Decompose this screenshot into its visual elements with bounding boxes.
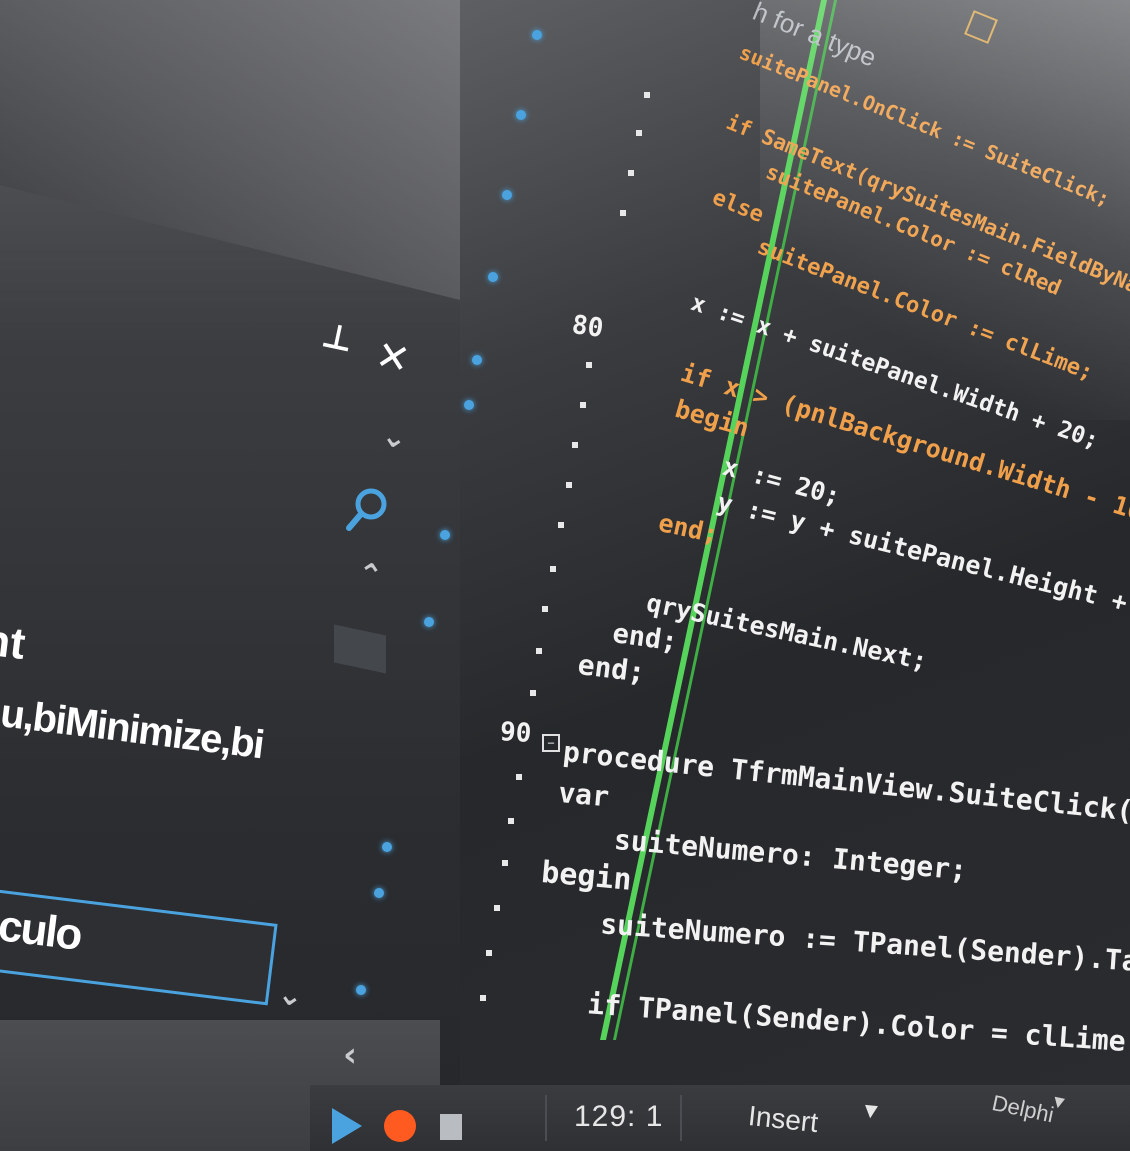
search-icon[interactable] (343, 484, 393, 534)
code-line[interactable]: var (557, 776, 610, 813)
breakpoint-dot[interactable] (356, 985, 366, 995)
breakpoint-dot[interactable] (488, 272, 498, 282)
status-divider (680, 1095, 682, 1141)
code-line[interactable]: suiteNumero: Integer; (579, 820, 969, 887)
breakpoint-dot[interactable] (382, 842, 392, 852)
gutter-mark (530, 690, 536, 696)
breakpoint-dot[interactable] (472, 355, 482, 365)
gutter-mark (486, 950, 492, 956)
stop-icon[interactable] (440, 1114, 462, 1140)
chevron-down-icon[interactable]: ⌄ (379, 418, 411, 457)
code-line[interactable]: suiteNumero := TPanel(Sender).Tag; (566, 905, 1130, 980)
caption-value: iculo (0, 899, 84, 960)
breakpoint-dot[interactable] (374, 888, 384, 898)
code-line[interactable]: if SameText(qrySuitesMain.FieldByName( (723, 110, 1130, 312)
gutter-mark (508, 818, 514, 824)
gutter-mark (494, 905, 500, 911)
ide-window: ⊥ ✕ ⌄ ⌃ ght enu,biMinimize,bi iculo ⌄ ‹ (0, 0, 1130, 1151)
panel-header-band (0, 0, 460, 301)
code-line[interactable]: else (709, 185, 767, 228)
gutter-mark (516, 774, 522, 780)
chevron-up-icon[interactable]: ⌃ (354, 556, 386, 595)
chevron-down-icon[interactable]: ▼ (859, 1097, 883, 1125)
code-line[interactable]: end; (576, 648, 647, 689)
breakpoint-dot[interactable] (440, 530, 450, 540)
breakpoint-dot[interactable] (502, 190, 512, 200)
line-number: 90 (498, 716, 533, 750)
splitter[interactable] (334, 624, 386, 674)
close-icon[interactable]: ✕ (372, 332, 414, 384)
breakpoint-dot[interactable] (424, 617, 434, 627)
gutter-mark (502, 860, 508, 866)
breakpoint-dot[interactable] (464, 400, 474, 410)
code-editor[interactable]: suitePanel.OnClick := SuiteClick; if Same… (540, 0, 1130, 1085)
code-line[interactable]: qrySuitesMain.Next; (644, 588, 930, 676)
gutter-mark (480, 995, 486, 1001)
code-line[interactable]: end; (611, 618, 680, 658)
chevron-down-icon[interactable]: ⌄ (275, 976, 306, 1015)
breakpoint-dot[interactable] (516, 110, 526, 120)
record-icon[interactable] (384, 1110, 416, 1142)
pin-icon[interactable]: ⊥ (318, 315, 357, 361)
chevron-left-icon[interactable]: ‹ (343, 1035, 357, 1075)
status-divider (545, 1095, 547, 1141)
cursor-position: 129: 1 (574, 1100, 664, 1133)
property-value-1: ght (0, 612, 28, 669)
caption-field[interactable]: iculo (0, 885, 278, 1006)
object-inspector-panel: ⊥ ✕ ⌄ ⌃ ght enu,biMinimize,bi iculo ⌄ ‹ (0, 0, 460, 1151)
code-line[interactable]: begin (540, 855, 633, 898)
play-icon[interactable] (332, 1108, 362, 1144)
border-icons-value[interactable]: enu,biMinimize,bi (0, 686, 266, 768)
code-line[interactable]: if TPanel(Sender).Color = clLime then (553, 985, 1130, 1064)
